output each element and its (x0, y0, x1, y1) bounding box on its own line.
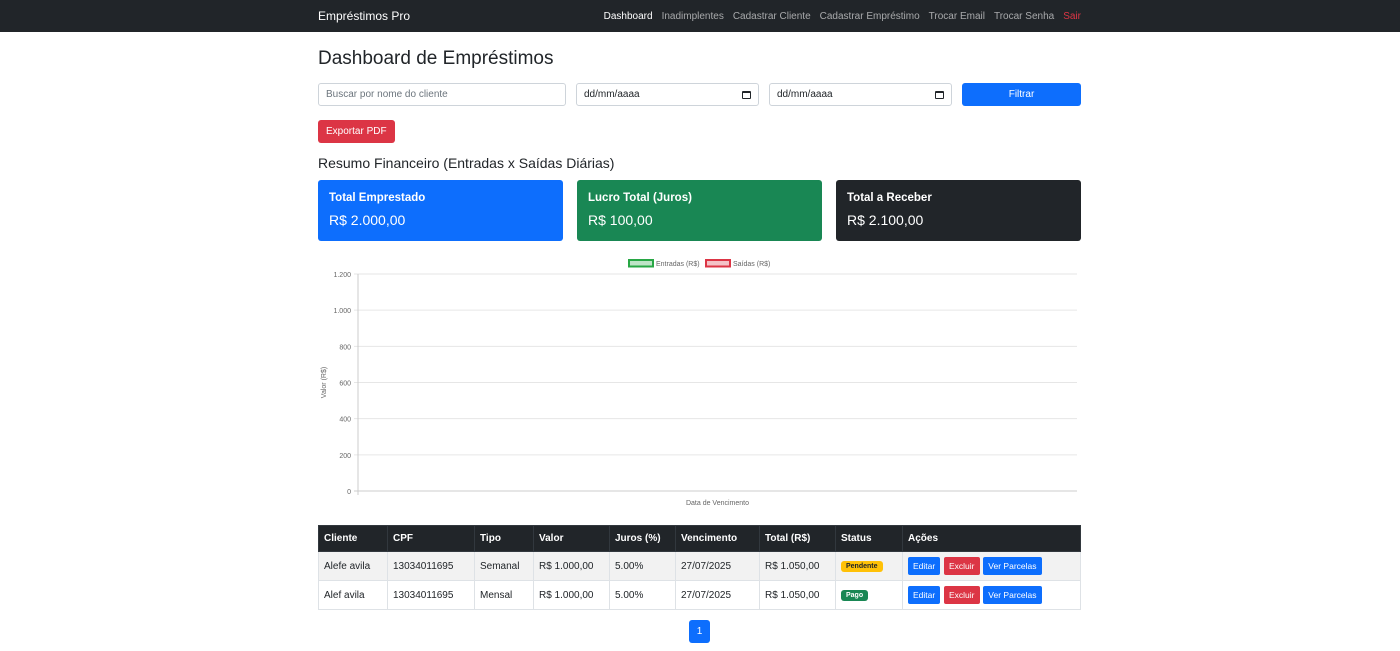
nav-link-dashboard[interactable]: Dashboard (604, 11, 653, 22)
date-to-input[interactable]: dd/mm/aaaa (769, 83, 952, 106)
view-installments-button[interactable]: Ver Parcelas (983, 586, 1042, 604)
page-title: Dashboard de Empréstimos (318, 48, 554, 69)
col-tipo: Tipo (474, 525, 534, 552)
legend-label-1: Saídas (R$) (733, 261, 770, 268)
nav-link-trocar-senha[interactable]: Trocar Senha (994, 11, 1054, 22)
cell-juros: 5.00% (609, 551, 676, 581)
card-label: Total Emprestado (329, 192, 426, 204)
chart-container: 0 200 400 600 800 1.000 1.200 Valor (R$) Data de… (318, 257, 1081, 513)
nav-link-cadastrar-cliente[interactable]: Cadastrar Cliente (733, 11, 811, 22)
card-value: R$ 2.100,00 (847, 212, 924, 228)
y-tick-label: 400 (339, 417, 351, 424)
y-tick-label: 600 (339, 381, 351, 388)
col-vencimento: Vencimento (675, 525, 760, 552)
y-tick-label: 1.200 (333, 272, 351, 279)
y-tick-label: 0 (347, 489, 351, 496)
nav-link-inadimplentes[interactable]: Inadimplentes (662, 11, 724, 22)
date-from-value: dd/mm/aaaa (584, 89, 640, 100)
nav-links: Dashboard Inadimplentes Cadastrar Client… (595, 11, 1081, 22)
cell-status: Pendente (835, 551, 903, 581)
table-row: Alef avila 13034011695 Mensal R$ 1.000,0… (318, 580, 1081, 610)
main-container: Dashboard de Empréstimos Buscar por nome… (318, 47, 1081, 643)
loans-table: Cliente CPF Tipo Valor Juros (%) Vencime… (318, 525, 1081, 610)
table-row: Alefe avila 13034011695 Semanal R$ 1.000… (318, 551, 1081, 581)
col-total: Total (R$) (759, 525, 836, 552)
filter-button[interactable]: Filtrar (962, 83, 1081, 106)
cell-total: R$ 1.050,00 (759, 551, 836, 581)
y-tick-label: 200 (339, 453, 351, 460)
calendar-icon[interactable] (935, 90, 944, 99)
navbar-inner: Empréstimos Pro Dashboard Inadimplentes … (318, 0, 1081, 32)
pagination: 1 (318, 620, 1081, 643)
card-value: R$ 100,00 (588, 212, 653, 228)
status-badge: Pago (841, 590, 869, 601)
view-installments-button[interactable]: Ver Parcelas (983, 557, 1042, 575)
nav-link-trocar-email[interactable]: Trocar Email (929, 11, 985, 22)
delete-button[interactable]: Excluir (944, 557, 980, 575)
nav-link-cadastrar-emprestimo[interactable]: Cadastrar Empréstimo (820, 11, 920, 22)
card-label: Lucro Total (Juros) (588, 192, 692, 204)
status-badge: Pendente (841, 561, 883, 572)
cell-cliente: Alefe avila (318, 551, 388, 581)
cell-vencimento: 27/07/2025 (675, 580, 760, 610)
cell-juros: 5.00% (609, 580, 676, 610)
y-axis-label: Valor (R$) (321, 367, 328, 398)
search-input[interactable]: Buscar por nome do cliente (318, 83, 566, 106)
cell-cliente: Alef avila (318, 580, 388, 610)
cell-acoes: Editar Excluir Ver Parcelas (902, 551, 1081, 581)
col-cliente: Cliente (318, 525, 388, 552)
y-tick-label: 1.000 (333, 308, 351, 315)
cell-tipo: Mensal (474, 580, 534, 610)
top-navbar: Empréstimos Pro Dashboard Inadimplentes … (0, 0, 1400, 32)
delete-button[interactable]: Excluir (944, 586, 980, 604)
page-button-1[interactable]: 1 (689, 620, 710, 643)
cell-status: Pago (835, 580, 903, 610)
card-label: Total a Receber (847, 192, 932, 204)
date-from-input[interactable]: dd/mm/aaaa (576, 83, 759, 106)
cell-acoes: Editar Excluir Ver Parcelas (902, 580, 1081, 610)
col-acoes: Ações (902, 525, 1081, 552)
filter-bar: Buscar por nome do cliente dd/mm/aaaa dd… (318, 83, 1081, 106)
cell-total: R$ 1.050,00 (759, 580, 836, 610)
table-header-row: Cliente CPF Tipo Valor Juros (%) Vencime… (318, 525, 1081, 552)
cell-valor: R$ 1.000,00 (533, 551, 610, 581)
col-juros: Juros (%) (609, 525, 676, 552)
legend-swatch-1 (705, 259, 731, 268)
legend-label-0: Entradas (R$) (656, 261, 700, 268)
card-value: R$ 2.000,00 (329, 212, 406, 228)
cell-tipo: Semanal (474, 551, 534, 581)
summary-cards: Total Emprestado R$ 2.000,00 Lucro Total… (318, 180, 1081, 241)
col-status: Status (835, 525, 903, 552)
export-pdf-button[interactable]: Exportar PDF (318, 120, 395, 143)
card-lucro-total: Lucro Total (Juros) R$ 100,00 (577, 180, 822, 241)
cell-valor: R$ 1.000,00 (533, 580, 610, 610)
calendar-icon[interactable] (742, 90, 751, 99)
edit-button[interactable]: Editar (908, 557, 941, 575)
col-valor: Valor (533, 525, 610, 552)
cell-cpf: 13034011695 (387, 551, 475, 581)
cell-vencimento: 27/07/2025 (675, 551, 760, 581)
x-axis-label: Data de Vencimento (686, 500, 749, 507)
nav-link-sair[interactable]: Sair (1063, 11, 1081, 22)
brand-link[interactable]: Empréstimos Pro (318, 9, 410, 23)
card-total-emprestado: Total Emprestado R$ 2.000,00 (318, 180, 563, 241)
date-to-value: dd/mm/aaaa (777, 89, 833, 100)
summary-title: Resumo Financeiro (Entradas x Saídas Diá… (318, 155, 615, 171)
card-total-receber: Total a Receber R$ 2.100,00 (836, 180, 1081, 241)
daily-flow-chart: 0 200 400 600 800 1.000 1.200 Valor (R$) Data de… (321, 259, 1077, 507)
legend-swatch-0 (628, 259, 654, 268)
col-cpf: CPF (387, 525, 475, 552)
cell-cpf: 13034011695 (387, 580, 475, 610)
y-tick-label: 800 (339, 344, 351, 351)
edit-button[interactable]: Editar (908, 586, 941, 604)
